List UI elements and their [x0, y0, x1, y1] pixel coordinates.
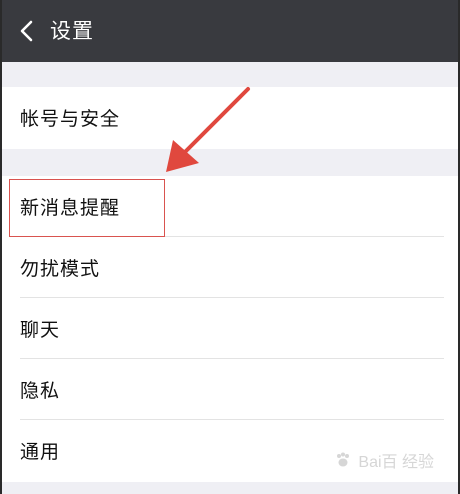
- back-button[interactable]: [4, 0, 50, 62]
- settings-item-label: 通用: [20, 441, 61, 463]
- settings-item-new-message-notification[interactable]: 新消息提醒: [2, 176, 458, 237]
- settings-item-general[interactable]: 通用: [2, 420, 458, 481]
- settings-item-account-security[interactable]: 帐号与安全: [2, 87, 458, 148]
- settings-screen: 设置 帐号与安全 新消息提醒 勿扰模式 聊天 隐私 通用 Bai百 经验: [0, 0, 460, 494]
- settings-item-do-not-disturb[interactable]: 勿扰模式: [2, 237, 458, 298]
- top-navigation-bar: 设置: [2, 0, 458, 62]
- chevron-left-icon: [20, 20, 33, 42]
- settings-group-general: 新消息提醒 勿扰模式 聊天 隐私 通用: [2, 176, 458, 482]
- settings-item-label: 新消息提醒: [20, 197, 121, 219]
- settings-item-label: 帐号与安全: [20, 108, 121, 130]
- settings-item-privacy[interactable]: 隐私: [2, 359, 458, 420]
- page-title: 设置: [50, 19, 94, 43]
- settings-item-label: 隐私: [20, 380, 61, 402]
- settings-item-label: 聊天: [20, 319, 61, 341]
- settings-item-label: 勿扰模式: [20, 258, 101, 280]
- settings-group-account: 帐号与安全: [2, 87, 458, 149]
- settings-item-chat[interactable]: 聊天: [2, 298, 458, 359]
